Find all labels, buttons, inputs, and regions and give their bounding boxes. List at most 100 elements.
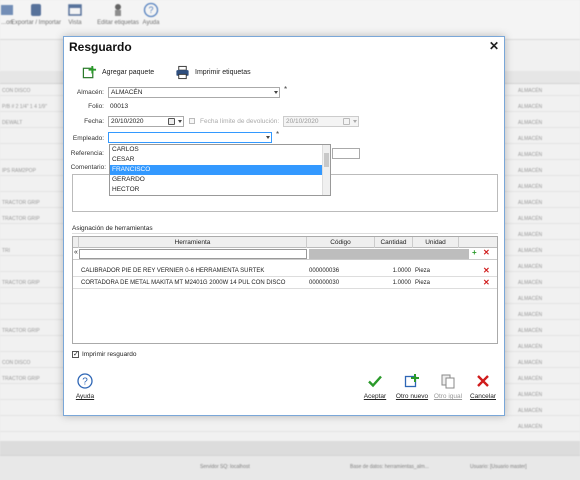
tag-icon xyxy=(115,4,121,16)
column-unit[interactable]: Unidad xyxy=(413,237,459,248)
background-cell: ALMACÉN xyxy=(518,296,543,302)
chevron-down-icon xyxy=(266,136,270,139)
background-cell: IPS RAM2POP xyxy=(2,168,36,174)
cancel-button[interactable]: Cancelar xyxy=(468,373,498,400)
cell-quantity: 1.0000 xyxy=(392,268,411,274)
help-ribbon-button[interactable]: ? Ayuda xyxy=(126,2,176,27)
dropdown-option[interactable]: CESAR xyxy=(110,155,330,165)
scrollbar-thumb[interactable] xyxy=(324,153,329,167)
printer-icon xyxy=(176,65,189,79)
dropdown-scrollbar[interactable] xyxy=(322,145,330,195)
dropdown-option[interactable]: GERARDO xyxy=(110,175,330,185)
row-indicator: « xyxy=(74,249,78,256)
help-button[interactable]: ? Ayuda xyxy=(70,373,100,400)
cell-tool: CALIBRADOR PIE DE REY VERNIER 0-6 HERRAM… xyxy=(81,268,265,274)
background-cell: TRACTOR GRIP xyxy=(2,280,40,286)
status-database: Base de datos: herramientas_alm... xyxy=(350,464,429,470)
fecha-limite-checkbox[interactable] xyxy=(189,118,195,124)
background-cell: TRACTOR GRIP xyxy=(2,200,40,206)
resguardo-dialog: Resguardo ✕ Agregar paquete Imprimir eti… xyxy=(63,36,505,416)
referencia-field[interactable] xyxy=(332,148,360,159)
background-cell: ALMACÉN xyxy=(518,312,543,318)
required-mark: * xyxy=(276,130,280,139)
horizontal-scrollbar[interactable] xyxy=(0,441,580,455)
background-cell: ALMACÉN xyxy=(518,104,543,110)
background-cell: ALMACÉN xyxy=(518,88,543,94)
dropdown-option[interactable]: CARLOS xyxy=(110,145,330,155)
grid-header: Herramienta Código Cantidad Unidad xyxy=(73,237,497,248)
background-cell: ALMACÉN xyxy=(518,408,543,414)
window-icon xyxy=(68,4,82,16)
section-label: Asignación de herramientas xyxy=(72,225,153,232)
required-mark: * xyxy=(284,85,288,94)
cell-unit: Pieza xyxy=(415,268,431,274)
cell-quantity: 1.0000 xyxy=(392,280,411,286)
close-button[interactable]: ✕ xyxy=(489,39,499,53)
chevron-down-icon xyxy=(353,120,357,123)
column-tool[interactable]: Herramienta xyxy=(79,237,307,248)
print-labels-button[interactable]: Imprimir etiquetas xyxy=(175,64,251,80)
new-row-readonly xyxy=(309,249,469,259)
dropdown-option[interactable]: HECTOR xyxy=(110,185,330,195)
add-row-button[interactable]: + xyxy=(472,248,477,257)
svg-text:?: ? xyxy=(148,5,153,15)
delete-row-button[interactable]: ✕ xyxy=(483,265,493,277)
ribbon: ...on Exportar / Importar Vista Editar e… xyxy=(0,0,580,40)
background-cell: ALMACÉN xyxy=(518,136,543,142)
print-resguardo-checkbox[interactable]: Imprimir resguardo xyxy=(72,350,137,358)
background-cell: TRACTOR GRIP xyxy=(2,376,40,382)
almacen-combo[interactable]: ALMACÉN xyxy=(108,87,280,98)
accept-button[interactable]: Aceptar xyxy=(360,373,390,400)
almacen-value: ALMACÉN xyxy=(111,89,143,96)
fecha-datepicker[interactable]: 20/10/2020 xyxy=(108,116,184,127)
new-tool-input[interactable] xyxy=(79,249,307,259)
new-other-button[interactable]: Otro nuevo xyxy=(395,373,429,400)
section-divider xyxy=(72,233,498,234)
empleado-dropdown-list[interactable]: CARLOS CESAR FRANCISCO GERARDO HECTOR xyxy=(109,144,331,196)
background-cell: ALMACÉN xyxy=(518,360,543,366)
add-new-icon xyxy=(404,374,419,388)
checkbox-box[interactable] xyxy=(72,350,79,358)
fecha-limite-datepicker[interactable]: 20/10/2020 xyxy=(283,116,359,127)
checkbox-label: Imprimir resguardo xyxy=(82,351,137,358)
same-other-button[interactable]: Otro igual xyxy=(431,373,465,400)
dropdown-option-selected[interactable]: FRANCISCO xyxy=(110,165,330,175)
background-cell: TRI xyxy=(2,248,11,254)
background-cell: CON DISCO xyxy=(2,360,31,366)
delete-row-button[interactable]: ✕ xyxy=(483,277,493,289)
background-cell: ALMACÉN xyxy=(518,392,543,398)
background-cell: ALMACÉN xyxy=(518,280,543,286)
comentario-label: Comentario: xyxy=(70,164,106,171)
background-cell: ALMACÉN xyxy=(518,120,543,126)
status-bar: Servidor SQ: localhost Base de datos: he… xyxy=(0,455,580,480)
svg-text:?: ? xyxy=(82,377,88,388)
background-cell: ALMACÉN xyxy=(518,344,543,350)
column-code[interactable]: Código xyxy=(307,237,375,248)
background-cell: DEWALT xyxy=(2,120,23,126)
cell-tool: CORTADORA DE METAL MAKITA MT M2401G 2000… xyxy=(81,280,286,286)
calendar-icon xyxy=(343,118,350,125)
background-cell: CON DISCO xyxy=(2,88,31,94)
checkmark-icon xyxy=(368,375,382,388)
background-cell: ALMACÉN xyxy=(518,248,543,254)
printer-icon xyxy=(31,4,41,16)
dialog-title: Resguardo xyxy=(69,40,132,54)
background-cell: ALMACÉN xyxy=(518,328,543,334)
close-icon xyxy=(477,375,489,387)
empleado-label: Empleado: xyxy=(72,135,104,142)
column-quantity[interactable]: Cantidad xyxy=(375,237,413,248)
table-row[interactable]: CALIBRADOR PIE DE REY VERNIER 0-6 HERRAM… xyxy=(73,265,497,277)
table-row[interactable]: CORTADORA DE METAL MAKITA MT M2401G 2000… xyxy=(73,277,497,289)
background-row: ALMACÉN xyxy=(0,421,580,432)
status-server: Servidor SQ: localhost xyxy=(200,464,250,470)
empleado-combo[interactable] xyxy=(108,132,272,143)
chevron-down-icon xyxy=(274,91,278,94)
cell-code: 000000030 xyxy=(309,280,340,286)
cell-code: 000000036 xyxy=(309,268,340,274)
folio-label: Folio: xyxy=(88,103,104,110)
clear-row-button[interactable]: ✕ xyxy=(483,248,490,257)
fecha-value: 20/10/2020 xyxy=(111,118,144,125)
add-package-button[interactable]: Agregar paquete xyxy=(82,64,154,80)
background-cell: ALMACÉN xyxy=(518,424,543,430)
background-cell: ALMACÉN xyxy=(518,152,543,158)
